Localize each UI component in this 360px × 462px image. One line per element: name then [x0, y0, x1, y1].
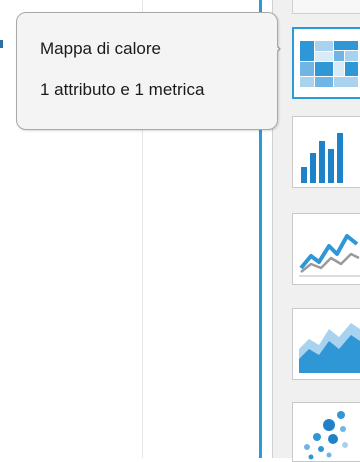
gallery-tile-partial[interactable]	[292, 0, 360, 14]
tooltip-title: Mappa di calore	[40, 39, 161, 58]
tooltip-arrow-fill	[270, 41, 279, 57]
bubble-chart-icon	[304, 411, 348, 460]
canvas-marker	[0, 40, 3, 48]
gallery-item-line[interactable]	[292, 213, 360, 285]
gallery-item-bar[interactable]	[292, 116, 360, 188]
area-chart-icon	[299, 323, 360, 373]
bar-chart-icon	[301, 133, 343, 183]
tooltip-subtitle: 1 attributo e 1 metrica	[40, 80, 205, 99]
tooltip	[16, 12, 278, 130]
gallery-item-heatmap[interactable]	[292, 27, 360, 99]
gallery-item-bubble[interactable]	[292, 402, 360, 462]
line-chart-icon	[299, 234, 360, 277]
gallery-item-area[interactable]	[292, 308, 360, 380]
heatmap-icon	[300, 41, 358, 87]
